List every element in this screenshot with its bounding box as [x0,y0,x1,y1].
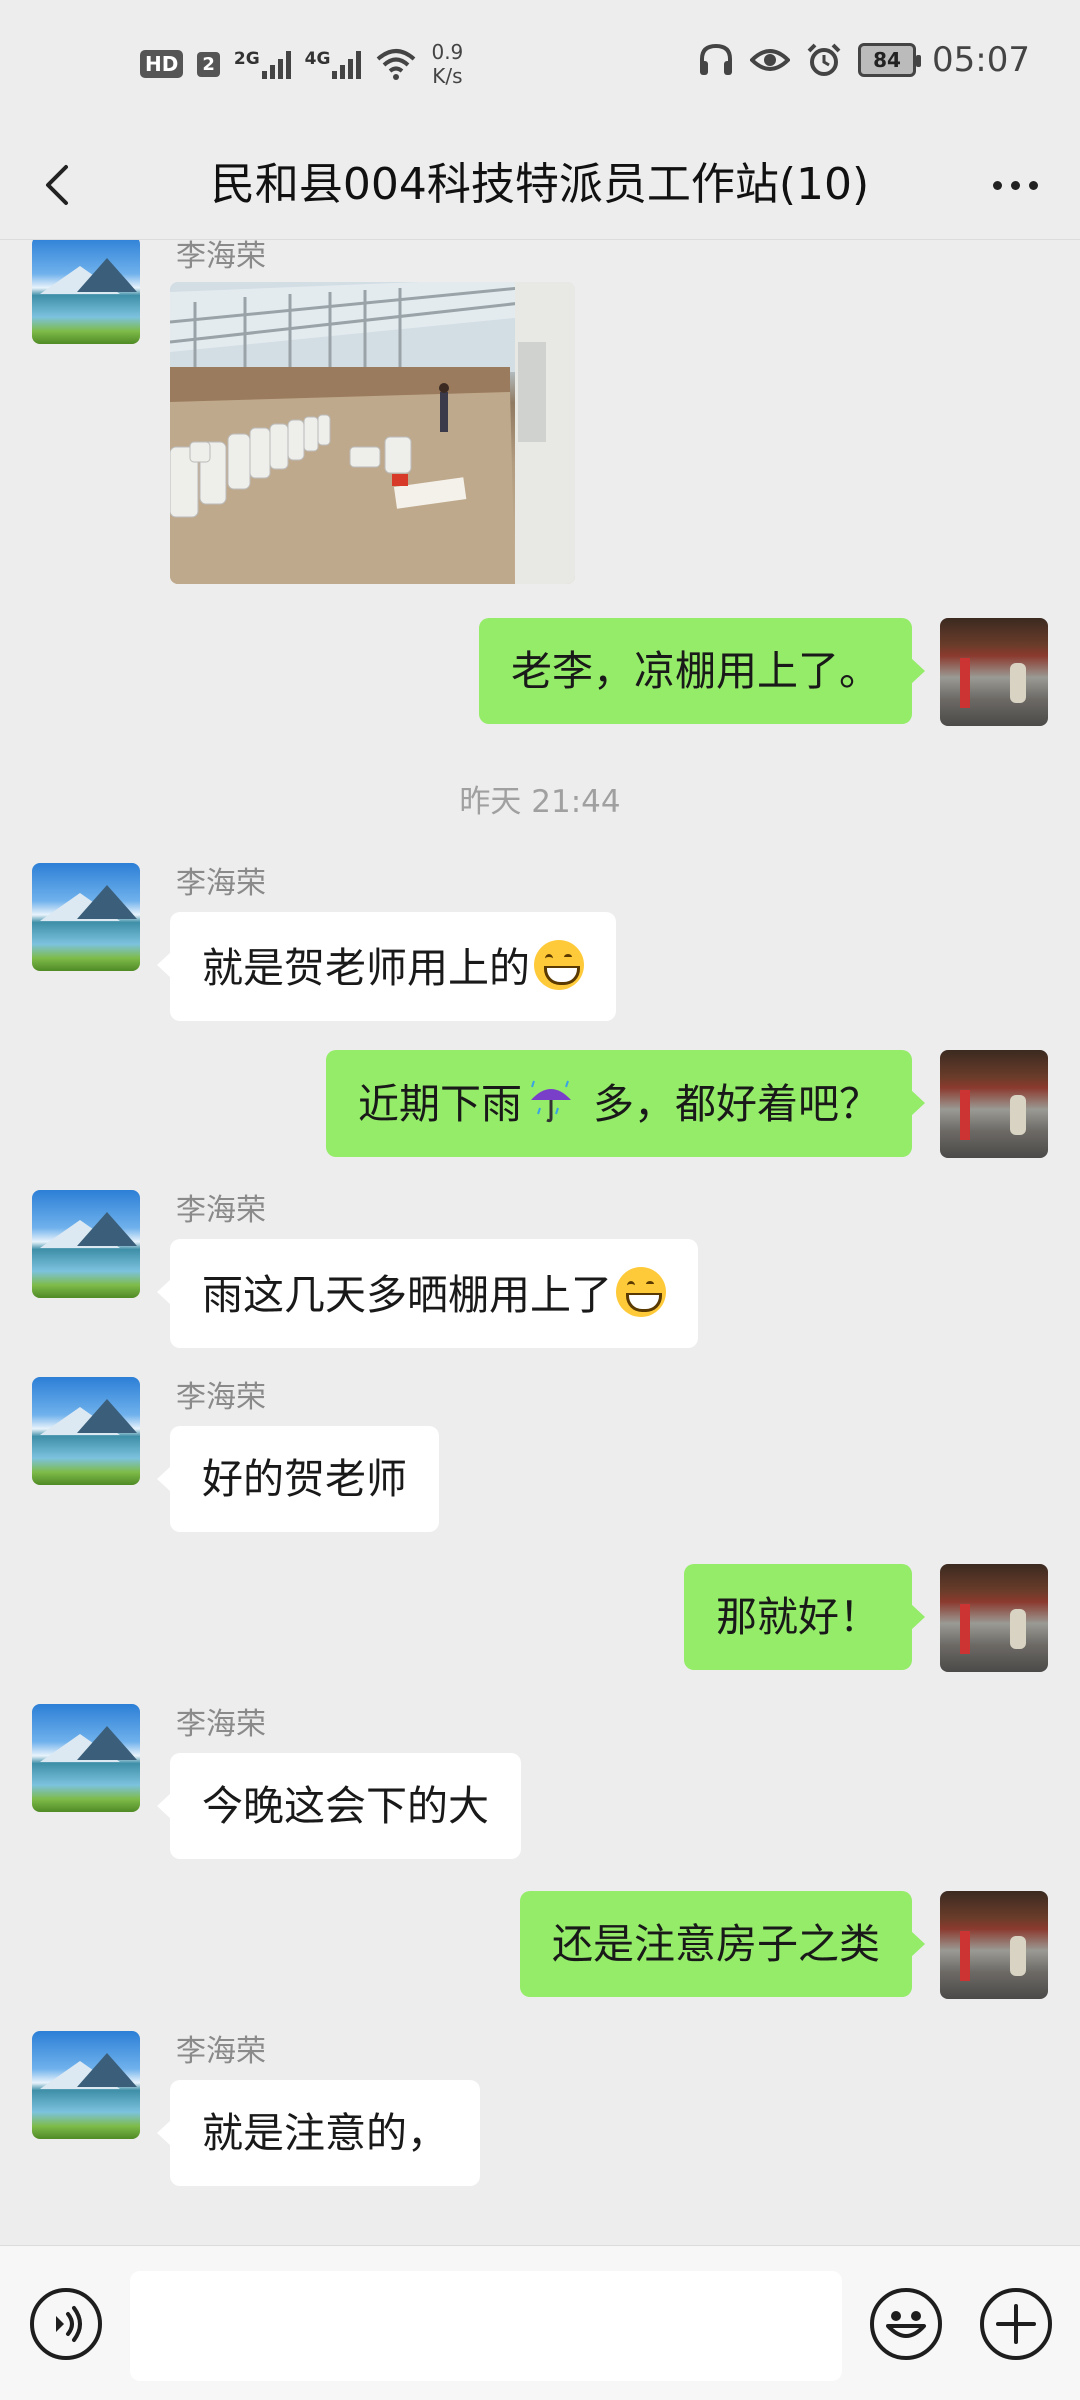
more-button[interactable] [980,155,1050,215]
message-bubble-in[interactable]: 好的贺老师 [157,1426,439,1532]
sender-name: 李海荣 [176,2034,266,2069]
image-message[interactable] [170,282,575,584]
net-2g-label: 2G [233,49,260,69]
message-input[interactable] [130,2271,842,2381]
voice-button[interactable] [30,2288,102,2360]
voice-icon [56,2306,82,2342]
emoji-button[interactable] [870,2288,942,2360]
message-text: 就是注意的， [202,2109,448,2157]
message-bubble-in[interactable]: 雨这几天多晒棚用上了 [157,1239,698,1348]
wifi-icon [377,49,416,80]
message-text: 好的贺老师 [202,1455,407,1503]
avatar[interactable] [32,863,140,971]
message-text: 今晚这会下的大 [202,1782,489,1830]
chevron-left-icon [46,165,68,205]
avatar[interactable] [940,618,1048,726]
grinning-face-icon [616,1267,666,1317]
signal-bars-icon [332,49,362,79]
message-text: 近期下雨 [357,1080,522,1128]
speed-value: 0.9 [431,40,464,64]
greenhouse-photo [170,282,575,584]
message-bubble-in[interactable]: 今晚这会下的大 [157,1753,521,1859]
avatar[interactable] [32,1190,140,1298]
message-list[interactable]: 李海荣 老李，凉棚用上了。 昨天 21:44 李海荣 就是贺老师用上的 近期下雨… [0,240,1080,2245]
sender-name: 李海荣 [176,1707,266,1742]
signal-4g: 4G [305,49,362,79]
sender-name: 李海荣 [176,866,266,901]
sender-name: 李海荣 [176,240,266,274]
status-right: 84 05:07 [698,40,1030,80]
alarm-icon [807,43,841,76]
message-text: 就是贺老师用上的 [202,944,530,992]
message-text: 还是注意房子之类 [552,1920,880,1968]
umbrella-rain-icon [528,1078,574,1124]
message-text: 老李，凉棚用上了。 [511,647,880,695]
emoji-icon [886,2311,926,2338]
status-time: 05:07 [932,40,1030,80]
chat-title: 民和县004科技特派员工作站(10) [210,159,870,210]
plus-icon [996,2304,1036,2344]
hd-badge: HD [140,50,184,78]
status-bar: HD 2 2G 4G 0.9 K/s 84 05:07 [0,0,1080,130]
input-bar [0,2245,1080,2400]
message-bubble-in[interactable]: 就是注意的， [157,2080,480,2186]
more-dots-icon [992,180,1002,190]
sender-name: 李海荣 [176,1380,266,1415]
plus-button[interactable] [980,2288,1052,2360]
message-bubble-out[interactable]: 近期下雨 多，都好着吧？ [325,1050,926,1157]
avatar[interactable] [32,1377,140,1485]
avatar[interactable] [32,1704,140,1812]
signal-2g: 2G [234,49,291,79]
net-4g-label: 4G [304,49,331,69]
status-left: HD 2 2G 4G 0.9 K/s [140,40,463,88]
time-separator: 昨天 21:44 [459,784,621,820]
chat-header: 民和县004科技特派员工作站(10) [0,130,1080,240]
back-button[interactable] [30,155,90,215]
message-text: 那就好！ [716,1593,880,1641]
message-text-cont: 多，都好着吧？ [579,1080,880,1128]
signal-bars-icon [261,49,291,79]
avatar[interactable] [940,1564,1048,1672]
sim-badge: 2 [197,51,220,77]
avatar[interactable] [32,240,140,344]
network-speed: 0.9 K/s [431,40,463,88]
speed-unit: K/s [432,64,463,88]
battery-icon: 84 [858,43,922,77]
headphones-icon [700,43,733,75]
message-bubble-in[interactable]: 就是贺老师用上的 [157,912,616,1021]
message-bubble-out[interactable]: 老李，凉棚用上了。 [479,618,925,724]
eye-icon [750,49,791,71]
avatar[interactable] [940,1891,1048,1999]
message-text: 雨这几天多晒棚用上了 [202,1271,612,1319]
message-bubble-out[interactable]: 那就好！ [684,1564,925,1670]
avatar[interactable] [32,2031,140,2139]
message-bubble-out[interactable]: 还是注意房子之类 [520,1891,925,1997]
sender-name: 李海荣 [176,1193,266,1228]
grinning-face-icon [534,940,584,990]
avatar[interactable] [940,1050,1048,1158]
